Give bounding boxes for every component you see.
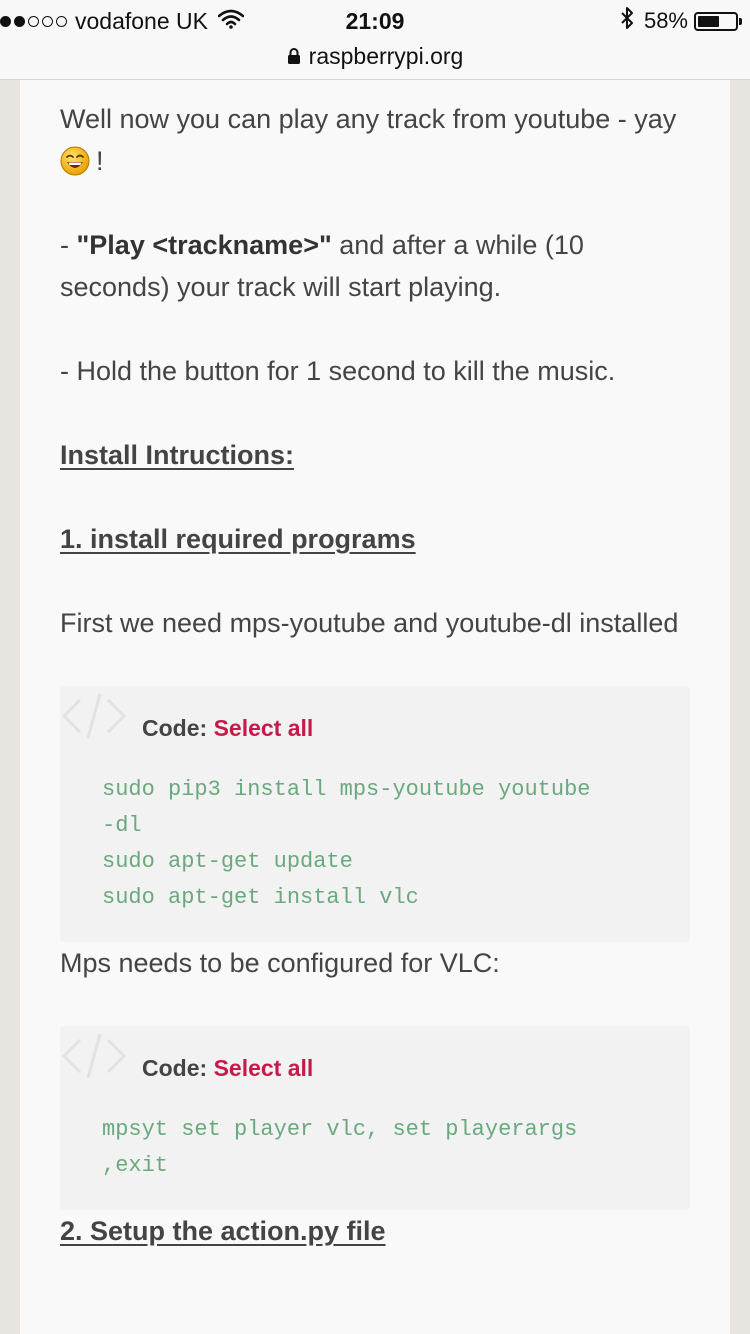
laughing-emoji-icon xyxy=(60,146,90,176)
mps-config-text: Mps needs to be configured for VLC: xyxy=(60,948,500,978)
select-all-link[interactable]: Select all xyxy=(214,1055,314,1081)
code-text[interactable]: mpsyt set player vlc, set playerargs ,ex… xyxy=(102,1112,650,1184)
code-block-mps-config: Code: Select all mpsyt set player vlc, s… xyxy=(60,1026,690,1210)
code-label: Code: xyxy=(142,715,208,741)
install-heading-paragraph: Install Intructions: xyxy=(60,434,690,476)
hold-paragraph: - Hold the button for 1 second to kill t… xyxy=(60,356,616,386)
select-all-link[interactable]: Select all xyxy=(214,715,314,741)
step2-heading-paragraph: 2. Setup the action.py file xyxy=(60,1210,690,1252)
step1-heading-paragraph: 1. install required programs xyxy=(60,518,690,560)
code-icon xyxy=(61,693,127,739)
url-bar[interactable]: raspberrypi.org xyxy=(0,40,750,72)
lock-icon xyxy=(287,47,301,65)
play-paragraph: - "Play <trackname>" and after a while (… xyxy=(60,224,690,308)
code-header: Code: Select all xyxy=(142,712,690,744)
status-right: 58% xyxy=(620,6,742,36)
battery-fill xyxy=(698,15,719,27)
article-page: Well now you can play any track from you… xyxy=(20,80,730,1334)
code-icon xyxy=(61,1033,127,1079)
intro-paragraph: Well now you can play any track from you… xyxy=(60,98,690,182)
bluetooth-icon xyxy=(620,6,634,36)
step2-heading[interactable]: 2. Setup the action.py file xyxy=(60,1216,386,1246)
code-text[interactable]: sudo pip3 install mps-youtube youtube -d… xyxy=(102,772,650,916)
step1-text: First we need mps-youtube and youtube-dl… xyxy=(60,608,679,638)
install-instructions-heading[interactable]: Install Intructions: xyxy=(60,440,294,470)
browser-status-bar: vodafone UK 21:09 58% raspberrypi.org xyxy=(0,0,750,80)
step1-heading[interactable]: 1. install required programs xyxy=(60,524,416,554)
battery-icon xyxy=(694,11,742,31)
url-domain[interactable]: raspberrypi.org xyxy=(309,43,464,70)
intro-text: Well now you can play any track from you… xyxy=(60,104,677,134)
play-command: "Play <trackname>" xyxy=(76,230,332,260)
intro-exclamation: ! xyxy=(96,146,104,176)
code-header: Code: Select all xyxy=(142,1052,690,1084)
code-label: Code: xyxy=(142,1055,208,1081)
code-block-install: Code: Select all sudo pip3 install mps-y… xyxy=(60,686,690,942)
battery-percent: 58% xyxy=(643,8,688,33)
article-content: Well now you can play any track from you… xyxy=(60,98,690,1252)
play-prefix: - xyxy=(60,230,77,260)
